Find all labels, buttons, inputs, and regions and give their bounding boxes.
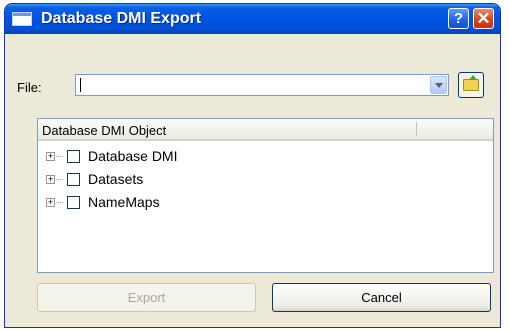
expand-plus-icon[interactable]: + (46, 198, 55, 207)
tree-column-header[interactable]: Database DMI Object (38, 119, 493, 141)
column-separator[interactable] (416, 122, 417, 136)
column-header-label: Database DMI Object (42, 123, 167, 138)
expand-plus-icon[interactable]: + (46, 175, 55, 184)
tree-connector (56, 202, 63, 203)
database-dmi-export-dialog: Database DMI Export ? ✕ File: Database D… (4, 3, 501, 328)
tree-item-label: NameMaps (88, 194, 160, 210)
text-cursor (80, 78, 81, 92)
close-button[interactable]: ✕ (473, 8, 494, 29)
tree-connector (56, 179, 63, 180)
cancel-button[interactable]: Cancel (272, 283, 491, 312)
expand-plus-icon[interactable]: + (46, 152, 55, 161)
folder-open-icon (463, 75, 479, 91)
browse-file-button[interactable] (458, 72, 484, 98)
checkbox[interactable] (67, 196, 80, 209)
checkbox[interactable] (67, 173, 80, 186)
tree-item-label: Database DMI (88, 148, 178, 164)
window-title: Database DMI Export (41, 10, 202, 27)
title-bar[interactable]: Database DMI Export ? ✕ (5, 4, 500, 34)
export-button[interactable]: Export (37, 283, 256, 312)
checkbox[interactable] (67, 150, 80, 163)
window-icon (12, 12, 32, 26)
file-label: File: (17, 80, 42, 95)
file-combobox[interactable] (75, 74, 449, 96)
tree-connector (56, 156, 63, 157)
help-button[interactable]: ? (448, 8, 469, 29)
dropdown-arrow-icon[interactable] (430, 76, 447, 94)
tree-item-label: Datasets (88, 171, 144, 187)
object-tree-panel: Database DMI Object + Database DMI + Dat… (37, 118, 494, 273)
